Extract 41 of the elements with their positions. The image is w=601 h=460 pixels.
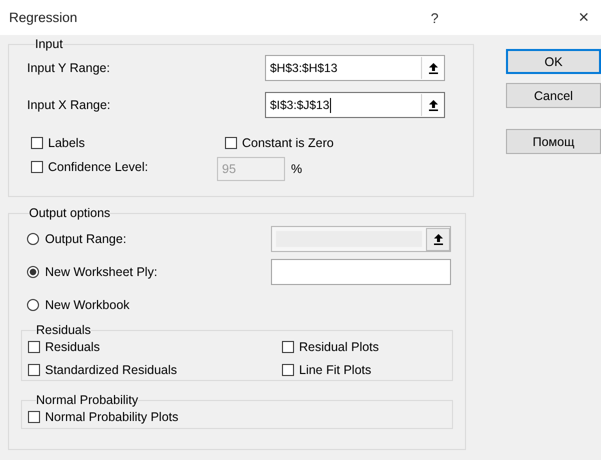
checkbox-label: Residuals bbox=[45, 340, 100, 354]
arrow-up-icon bbox=[428, 62, 438, 74]
checkbox-label: Residual Plots bbox=[299, 340, 379, 354]
checkbox[interactable] bbox=[282, 364, 294, 376]
dialog-button[interactable]: Cancel bbox=[506, 83, 601, 108]
arrow-up-icon bbox=[428, 100, 438, 110]
range-field[interactable]: $I$3:$J$13 bbox=[265, 92, 445, 118]
radio-button[interactable] bbox=[27, 233, 39, 245]
field-label: Input X Range: bbox=[27, 98, 112, 112]
checkbox[interactable] bbox=[28, 411, 40, 423]
radio-label: Output Range: bbox=[45, 232, 128, 246]
unit-label: % bbox=[291, 162, 302, 176]
help-button[interactable]: ? bbox=[430, 10, 438, 26]
group-title: Residuals bbox=[36, 323, 91, 337]
range-field[interactable] bbox=[271, 259, 451, 285]
checkbox[interactable] bbox=[28, 364, 40, 376]
checkbox[interactable] bbox=[28, 341, 40, 353]
checkbox[interactable] bbox=[225, 137, 237, 149]
arrow-up-icon bbox=[434, 234, 442, 244]
radio-button[interactable] bbox=[27, 299, 39, 311]
group-title: Normal Probability bbox=[36, 393, 138, 407]
checkbox[interactable] bbox=[31, 161, 43, 173]
checkbox-label: Standardized Residuals bbox=[45, 363, 178, 377]
checkbox-label: Constant is Zero bbox=[242, 136, 334, 150]
range-field[interactable]: $H$3:$H$13 bbox=[265, 55, 445, 81]
checkbox-label: Labels bbox=[48, 136, 85, 150]
checkbox-label: Line Fit Plots bbox=[299, 363, 372, 377]
window-title: Regression bbox=[9, 10, 78, 25]
group-title: Input bbox=[35, 37, 63, 51]
dialog-button[interactable]: OK bbox=[506, 49, 601, 74]
checkbox-label: Normal Probability Plots bbox=[45, 410, 178, 424]
checkbox[interactable] bbox=[31, 137, 43, 149]
radio-label: New Workbook bbox=[45, 298, 131, 312]
group-title: Output options bbox=[29, 206, 110, 220]
checkbox-label: Confidence Level: bbox=[48, 160, 148, 174]
dialog-button[interactable]: Помощ bbox=[506, 129, 601, 154]
close-button[interactable]: × bbox=[578, 7, 589, 28]
checkbox[interactable] bbox=[282, 341, 294, 353]
field-label: Input Y Range: bbox=[27, 61, 111, 75]
radio-label: New Worksheet Ply: bbox=[45, 265, 158, 279]
radio-button[interactable] bbox=[27, 266, 39, 278]
